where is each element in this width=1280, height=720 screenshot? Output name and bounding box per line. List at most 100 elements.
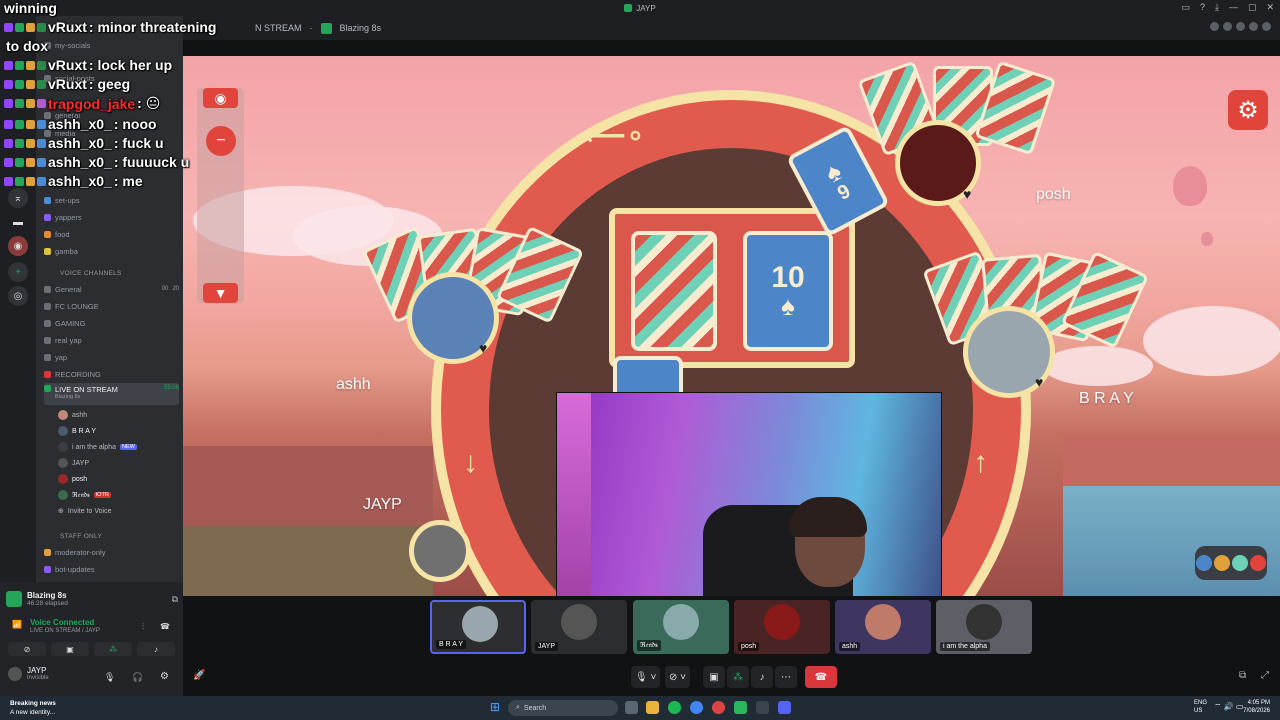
twitch-badge-icon: [4, 60, 13, 70]
voice-channel-fc-lounge[interactable]: FC LOUNGE: [44, 299, 179, 313]
invite-to-voice-button[interactable]: ⊕ Invite to Voice: [58, 504, 180, 518]
file-explorer-icon[interactable]: [646, 701, 659, 714]
voice-connected-channel[interactable]: LIVE ON STREAM / JAYP: [30, 628, 100, 634]
soundboard-button[interactable]: ♪: [751, 666, 773, 688]
channel-set-ups[interactable]: set-ups: [44, 193, 179, 207]
emote-dot: [1214, 555, 1230, 571]
voice-channel-yap[interactable]: yap: [44, 350, 179, 364]
participant-tile-posh[interactable]: posh: [734, 600, 830, 654]
task-view-icon[interactable]: [625, 701, 638, 714]
microphone-button[interactable]: 🎙 ˅: [631, 666, 661, 688]
leave-call-button[interactable]: ☎: [805, 666, 837, 688]
channel-gamba[interactable]: gamba: [44, 244, 179, 258]
terminal-icon[interactable]: [756, 701, 769, 714]
participant-strip: B R A Y JAYP ℜ𝔢𝔫𝔡𝔰 posh ashh i am the al…: [183, 596, 1280, 660]
popout-icon[interactable]: ⧉: [172, 594, 178, 605]
fullscreen-icon[interactable]: ⤢: [1261, 670, 1269, 681]
zoom-out-button[interactable]: −: [206, 126, 236, 156]
category-voice-channels[interactable]: VOICE CHANNELS: [60, 270, 122, 280]
eye-toggle-button[interactable]: ◉: [203, 88, 238, 108]
sub-badge-icon: [15, 79, 24, 89]
noise-suppression-icon[interactable]: ⫶: [142, 622, 144, 632]
server-icon[interactable]: ⌅: [8, 188, 28, 208]
server-icon[interactable]: ▬: [8, 212, 28, 232]
voice-channel-recording[interactable]: RECORDING: [44, 367, 179, 381]
activity-title[interactable]: Blazing 8s: [340, 23, 382, 33]
discord-icon[interactable]: [778, 701, 791, 714]
start-icon[interactable]: ⊞: [490, 700, 500, 714]
user-panel[interactable]: JAYP Invisible: [8, 666, 49, 681]
voice-member-bray[interactable]: B R A Y: [58, 424, 180, 438]
screen-share-button[interactable]: ▣: [51, 642, 89, 656]
app-icon[interactable]: [734, 701, 747, 714]
channel-food[interactable]: food: [44, 227, 179, 241]
help-icon[interactable]: ?: [1200, 2, 1205, 13]
voice-member-jayp[interactable]: JAYP: [58, 456, 180, 470]
voice-member-rends[interactable]: ℜ𝔢𝔫𝔡𝔰 IOTR: [58, 488, 180, 502]
chrome-icon[interactable]: [690, 701, 703, 714]
channel-moderator-only[interactable]: moderator-only: [44, 545, 179, 559]
spotify-icon[interactable]: [668, 701, 681, 714]
channel-breadcrumb[interactable]: N STREAM: [255, 23, 302, 33]
gear-icon[interactable]: ⚙: [160, 671, 169, 682]
participant-tile-rends[interactable]: ℜ𝔢𝔫𝔡𝔰: [633, 600, 729, 654]
avatar: [462, 606, 498, 642]
participant-tile-jayp[interactable]: JAYP: [531, 600, 627, 654]
voice-member-posh[interactable]: posh: [58, 472, 180, 486]
draw-pile[interactable]: [631, 231, 717, 351]
close-icon[interactable]: ✕: [1266, 2, 1274, 13]
participant-tile-ashh[interactable]: ashh: [835, 600, 931, 654]
voice-connected-label[interactable]: Voice Connected: [30, 618, 94, 627]
rocket-icon[interactable]: 🚀: [193, 670, 205, 681]
headphones-icon[interactable]: 🎧: [132, 672, 143, 683]
activity-button[interactable]: ⁂: [94, 642, 132, 656]
voice-channel-live-on-stream[interactable]: LIVE ON STREAM Blazing 8s 55:06: [44, 383, 179, 405]
discover-icon[interactable]: ◎: [8, 286, 28, 306]
clock[interactable]: 4:05 PM 7/08/2026: [1243, 699, 1270, 715]
screen-share-button[interactable]: ▣: [703, 666, 725, 688]
taskbar-search[interactable]: ⌕ Search: [508, 700, 618, 716]
participant-tile-alpha[interactable]: i am the alpha: [936, 600, 1032, 654]
channel-yappers[interactable]: yappers: [44, 210, 179, 224]
badge-icon: [37, 176, 46, 186]
minimize-icon[interactable]: —: [1229, 2, 1238, 13]
voice-panel: Blazing 8s 46:28 elapsed ⧉ 📶 Voice Conne…: [0, 582, 183, 696]
camera-button[interactable]: ⊘ ˅: [665, 666, 690, 688]
maximize-icon[interactable]: ▢: [1248, 2, 1257, 13]
wifi-icon[interactable]: ⌔ 🔊 ▭: [1214, 702, 1244, 712]
channel-bot-updates[interactable]: bot-updates: [44, 562, 179, 576]
popout-icon[interactable]: ⧉: [1239, 670, 1246, 681]
microphone-icon[interactable]: 🎙: [104, 672, 115, 683]
player-avatar-jayp[interactable]: [409, 520, 471, 582]
voice-member-alpha[interactable]: i am the alpha NEW: [58, 440, 180, 454]
voice-channel-gaming[interactable]: GAMING: [44, 316, 179, 330]
voice-member-ashh[interactable]: ashh: [58, 408, 180, 422]
participant-tile-bray[interactable]: B R A Y: [430, 600, 526, 654]
inbox-icon[interactable]: ▭: [1181, 2, 1190, 13]
language-indicator[interactable]: ENG US: [1194, 699, 1207, 715]
add-server-icon[interactable]: +: [8, 262, 28, 282]
more-options-button[interactable]: ⋯: [775, 666, 797, 688]
header-participants[interactable]: [1209, 21, 1272, 32]
browser-icon[interactable]: [712, 701, 725, 714]
channel-my-socials[interactable]: my-socials: [44, 38, 179, 52]
server-icon[interactable]: ◉: [8, 236, 28, 256]
disconnect-icon[interactable]: ☎: [160, 622, 170, 631]
voice-channel-general[interactable]: General 00 20: [44, 282, 179, 296]
voice-channel-real-yap[interactable]: real yap: [44, 333, 179, 347]
camera-off-button[interactable]: ⊘: [8, 642, 46, 656]
twitch-badge-icon: [4, 138, 13, 148]
emote-button[interactable]: [1195, 546, 1267, 580]
category-staff-only[interactable]: STAFF ONLY: [60, 533, 102, 543]
download-icon[interactable]: ⤓: [1215, 2, 1219, 13]
avatar: [1222, 21, 1233, 32]
activity-card[interactable]: Blazing 8s 46:28 elapsed ⧉: [6, 586, 178, 612]
collapse-button[interactable]: ▼: [203, 283, 238, 303]
activity-button[interactable]: ⁂: [727, 666, 749, 688]
soundboard-button[interactable]: ♪: [137, 642, 175, 656]
game-settings-button[interactable]: ⚙: [1228, 90, 1268, 130]
avatar: [8, 666, 22, 681]
chat-message: ashh_x0_: me: [4, 173, 143, 189]
player-name-ashh: ashh: [336, 376, 371, 393]
news-widget[interactable]: Breaking news A new identity...: [10, 699, 56, 717]
